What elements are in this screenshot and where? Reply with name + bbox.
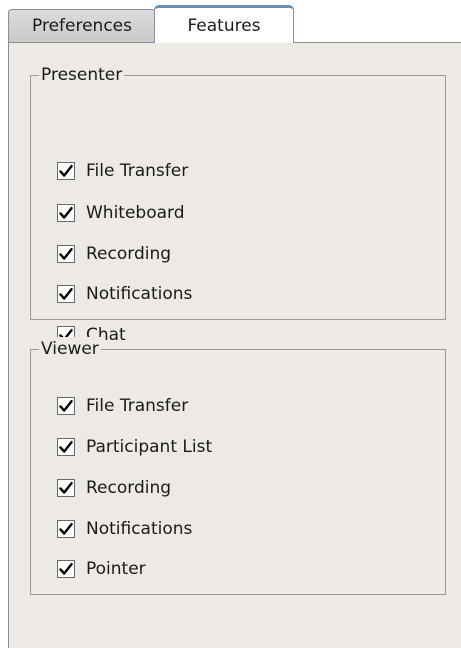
viewer-file-transfer-checkbox[interactable]: File Transfer <box>57 393 188 419</box>
checkbox-label: Notifications <box>86 284 193 304</box>
presenter-whiteboard-checkbox[interactable]: Whiteboard <box>57 200 185 226</box>
tab-preferences-label: Preferences <box>32 16 132 36</box>
checkmark-icon <box>57 162 75 180</box>
checkmark-icon <box>57 245 75 263</box>
presenter-group-title: Presenter <box>39 63 125 87</box>
tab-features-label: Features <box>187 15 261 36</box>
viewer-participant-list-checkbox[interactable]: Participant List <box>57 434 212 460</box>
viewer-notifications-checkbox[interactable]: Notifications <box>57 516 192 542</box>
presenter-file-transfer-checkbox[interactable]: File Transfer <box>57 158 188 184</box>
tab-preferences[interactable]: Preferences <box>8 9 156 42</box>
viewer-group: Viewer File Transfer Participant List Re… <box>30 337 446 595</box>
checkbox-label: Notifications <box>86 519 193 539</box>
viewer-group-title: Viewer <box>39 337 101 361</box>
features-panel: Presenter File Transfer Whiteboard Recor… <box>8 42 461 648</box>
checkmark-icon <box>57 479 75 497</box>
viewer-pointer-checkbox[interactable]: Pointer <box>57 556 146 582</box>
checkbox-label: File Transfer <box>86 396 189 416</box>
checkbox-label: Recording <box>86 478 172 498</box>
presenter-recording-checkbox[interactable]: Recording <box>57 241 171 267</box>
checkmark-icon <box>57 397 75 415</box>
checkbox-label: Participant List <box>86 437 213 457</box>
checkmark-icon <box>57 520 75 538</box>
checkbox-label: Recording <box>86 244 172 264</box>
checkmark-icon <box>57 560 75 578</box>
checkbox-label: File Transfer <box>86 161 189 181</box>
presenter-group: Presenter File Transfer Whiteboard Recor… <box>30 63 446 345</box>
checkmark-icon <box>57 285 75 303</box>
checkmark-icon <box>57 204 75 222</box>
tab-bar: Preferences Features <box>0 0 461 43</box>
presenter-notifications-checkbox[interactable]: Notifications <box>57 281 192 307</box>
checkbox-label: Whiteboard <box>86 203 185 223</box>
tab-features[interactable]: Features <box>154 5 294 43</box>
viewer-recording-checkbox[interactable]: Recording <box>57 475 171 501</box>
checkbox-label: Pointer <box>86 559 146 579</box>
checkmark-icon <box>57 438 75 456</box>
